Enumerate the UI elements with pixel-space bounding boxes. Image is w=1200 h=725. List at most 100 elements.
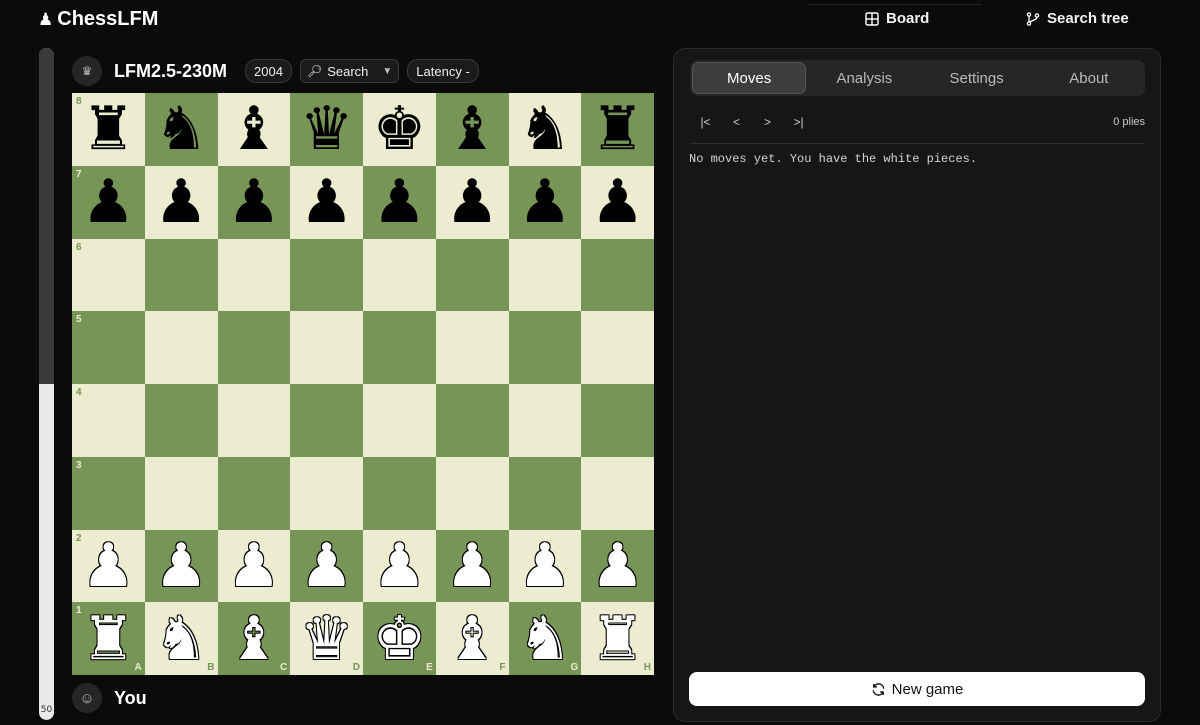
square-g7[interactable]: ♟︎ (508, 165, 582, 239)
white-knight-icon[interactable]: ♞︎ (154, 609, 208, 669)
white-pawn-icon[interactable]: ♟︎ (227, 536, 281, 596)
nav-search-tree[interactable]: Search tree (1026, 10, 1129, 27)
square-b1[interactable]: B ♞︎ (144, 602, 218, 675)
square-d2[interactable]: ♟︎ (290, 529, 363, 603)
square-e4[interactable] (363, 384, 436, 457)
square-d7[interactable]: ♟︎ (290, 165, 363, 239)
square-c2[interactable]: ♟︎ (217, 529, 291, 603)
white-rook-icon[interactable]: ♜︎ (81, 609, 135, 669)
first-move-button[interactable]: |< (690, 115, 721, 129)
square-h4[interactable] (581, 384, 654, 457)
white-king-icon[interactable]: ♚︎ (372, 609, 426, 669)
white-pawn-icon[interactable]: ♟︎ (300, 536, 354, 596)
square-h1[interactable]: H ♜︎ (581, 602, 654, 675)
square-e2[interactable]: ♟︎ (363, 529, 436, 603)
tab-analysis[interactable]: Analysis (808, 60, 920, 96)
square-h8[interactable]: ♜︎ (581, 93, 654, 166)
square-a5[interactable]: 5 (72, 311, 145, 384)
white-rook-icon[interactable]: ♜︎ (591, 609, 645, 669)
search-dropdown[interactable]: 🔎︎ Search ▼ (299, 59, 400, 83)
white-pawn-icon[interactable]: ♟︎ (518, 536, 572, 596)
square-c3[interactable] (217, 456, 291, 530)
square-f5[interactable] (435, 311, 509, 384)
white-knight-icon[interactable]: ♞︎ (518, 609, 572, 669)
square-g6[interactable] (508, 238, 582, 312)
square-h7[interactable]: ♟︎ (581, 165, 654, 239)
square-e5[interactable] (363, 311, 436, 384)
square-a4[interactable]: 4 (72, 384, 145, 457)
square-g8[interactable]: ♞︎ (508, 93, 582, 166)
black-rook-icon[interactable]: ♜︎ (81, 99, 135, 159)
square-b7[interactable]: ♟︎ (144, 165, 218, 239)
black-king-icon[interactable]: ♚︎ (372, 99, 426, 159)
white-bishop-icon[interactable]: ♝︎ (445, 609, 499, 669)
white-pawn-icon[interactable]: ♟︎ (591, 536, 645, 596)
tab-about[interactable]: About (1033, 60, 1145, 96)
square-c5[interactable] (217, 311, 291, 384)
square-b2[interactable]: ♟︎ (144, 529, 218, 603)
black-pawn-icon[interactable]: ♟︎ (154, 172, 208, 232)
square-c6[interactable] (217, 238, 291, 312)
square-c7[interactable]: ♟︎ (217, 165, 291, 239)
square-a7[interactable]: 7 ♟︎ (72, 165, 145, 239)
square-a6[interactable]: 6 (72, 238, 145, 312)
square-d3[interactable] (290, 456, 363, 530)
white-pawn-icon[interactable]: ♟︎ (445, 536, 499, 596)
square-b5[interactable] (144, 311, 218, 384)
square-d5[interactable] (290, 311, 363, 384)
square-e3[interactable] (363, 456, 436, 530)
square-e7[interactable]: ♟︎ (363, 165, 436, 239)
square-h2[interactable]: ♟︎ (581, 529, 654, 603)
square-c8[interactable]: ♝︎ (217, 93, 291, 166)
white-bishop-icon[interactable]: ♝︎ (227, 609, 281, 669)
square-b8[interactable]: ♞︎ (144, 93, 218, 166)
white-pawn-icon[interactable]: ♟︎ (154, 536, 208, 596)
square-e1[interactable]: E ♚︎ (363, 602, 436, 675)
black-pawn-icon[interactable]: ♟︎ (300, 172, 354, 232)
square-b6[interactable] (144, 238, 218, 312)
square-a1[interactable]: 1 A ♜︎ (72, 602, 145, 675)
square-g3[interactable] (508, 456, 582, 530)
square-f3[interactable] (435, 456, 509, 530)
square-d8[interactable]: ♛︎ (290, 93, 363, 166)
black-knight-icon[interactable]: ♞︎ (518, 99, 572, 159)
square-a2[interactable]: 2 ♟︎ (72, 529, 145, 603)
square-a8[interactable]: 8 ♜︎ (72, 93, 145, 166)
previous-move-button[interactable]: < (721, 115, 752, 129)
square-g2[interactable]: ♟︎ (508, 529, 582, 603)
square-b3[interactable] (144, 456, 218, 530)
square-h5[interactable] (581, 311, 654, 384)
black-bishop-icon[interactable]: ♝︎ (445, 99, 499, 159)
new-game-button[interactable]: New game (689, 672, 1145, 706)
black-bishop-icon[interactable]: ♝︎ (227, 99, 281, 159)
black-pawn-icon[interactable]: ♟︎ (227, 172, 281, 232)
square-c1[interactable]: C ♝︎ (217, 602, 291, 675)
nav-board[interactable]: Board (865, 10, 929, 27)
square-b4[interactable] (144, 384, 218, 457)
square-d1[interactable]: D ♛︎ (290, 602, 363, 675)
square-e8[interactable]: ♚︎ (363, 93, 436, 166)
black-knight-icon[interactable]: ♞︎ (154, 99, 208, 159)
square-f7[interactable]: ♟︎ (435, 165, 509, 239)
square-f2[interactable]: ♟︎ (435, 529, 509, 603)
white-pawn-icon[interactable]: ♟︎ (81, 536, 135, 596)
white-queen-icon[interactable]: ♛︎ (300, 609, 354, 669)
square-f4[interactable] (435, 384, 509, 457)
square-h3[interactable] (581, 456, 654, 530)
black-queen-icon[interactable]: ♛︎ (300, 99, 354, 159)
tab-moves[interactable]: Moves (692, 62, 807, 94)
square-e6[interactable] (363, 238, 436, 312)
square-g4[interactable] (508, 384, 582, 457)
black-pawn-icon[interactable]: ♟︎ (591, 172, 645, 232)
square-a3[interactable]: 3 (72, 456, 145, 530)
last-move-button[interactable]: >| (783, 115, 814, 129)
square-f1[interactable]: F ♝︎ (435, 602, 509, 675)
black-pawn-icon[interactable]: ♟︎ (81, 172, 135, 232)
black-rook-icon[interactable]: ♜︎ (591, 99, 645, 159)
square-f8[interactable]: ♝︎ (435, 93, 509, 166)
app-logo[interactable]: ♟ ChessLFM (38, 8, 158, 31)
black-pawn-icon[interactable]: ♟︎ (372, 172, 426, 232)
next-move-button[interactable]: > (752, 115, 783, 129)
black-pawn-icon[interactable]: ♟︎ (518, 172, 572, 232)
square-d6[interactable] (290, 238, 363, 312)
